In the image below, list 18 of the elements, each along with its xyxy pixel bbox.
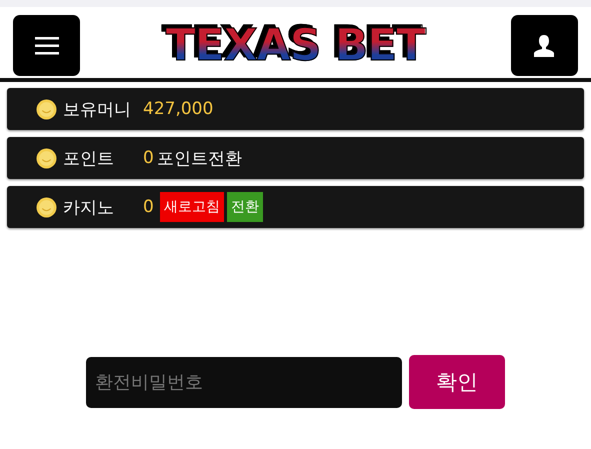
coin-icon bbox=[36, 148, 57, 168]
convert-button[interactable]: 전환 bbox=[226, 192, 263, 222]
refresh-button[interactable]: 새로고침 bbox=[160, 192, 224, 222]
balance-label: 보유머니 bbox=[63, 98, 132, 120]
menu-icon bbox=[34, 36, 58, 54]
balance-label: 카지노 bbox=[63, 196, 115, 218]
confirm-button[interactable]: 확인 bbox=[409, 355, 505, 409]
menu-button[interactable] bbox=[13, 15, 80, 76]
password-field[interactable]: 환전비밀번호 bbox=[86, 356, 402, 408]
coin-icon bbox=[36, 98, 57, 120]
balance-label: 포인트 bbox=[63, 148, 115, 170]
balance-value: 427,000 bbox=[143, 99, 214, 119]
balance-value: 0 bbox=[143, 148, 154, 168]
balance-value: 0 bbox=[143, 197, 154, 217]
user-icon bbox=[532, 34, 556, 58]
point-convert-link[interactable]: 포인트전환 bbox=[156, 146, 242, 170]
coin-icon bbox=[36, 196, 57, 218]
user-button[interactable] bbox=[510, 15, 578, 76]
